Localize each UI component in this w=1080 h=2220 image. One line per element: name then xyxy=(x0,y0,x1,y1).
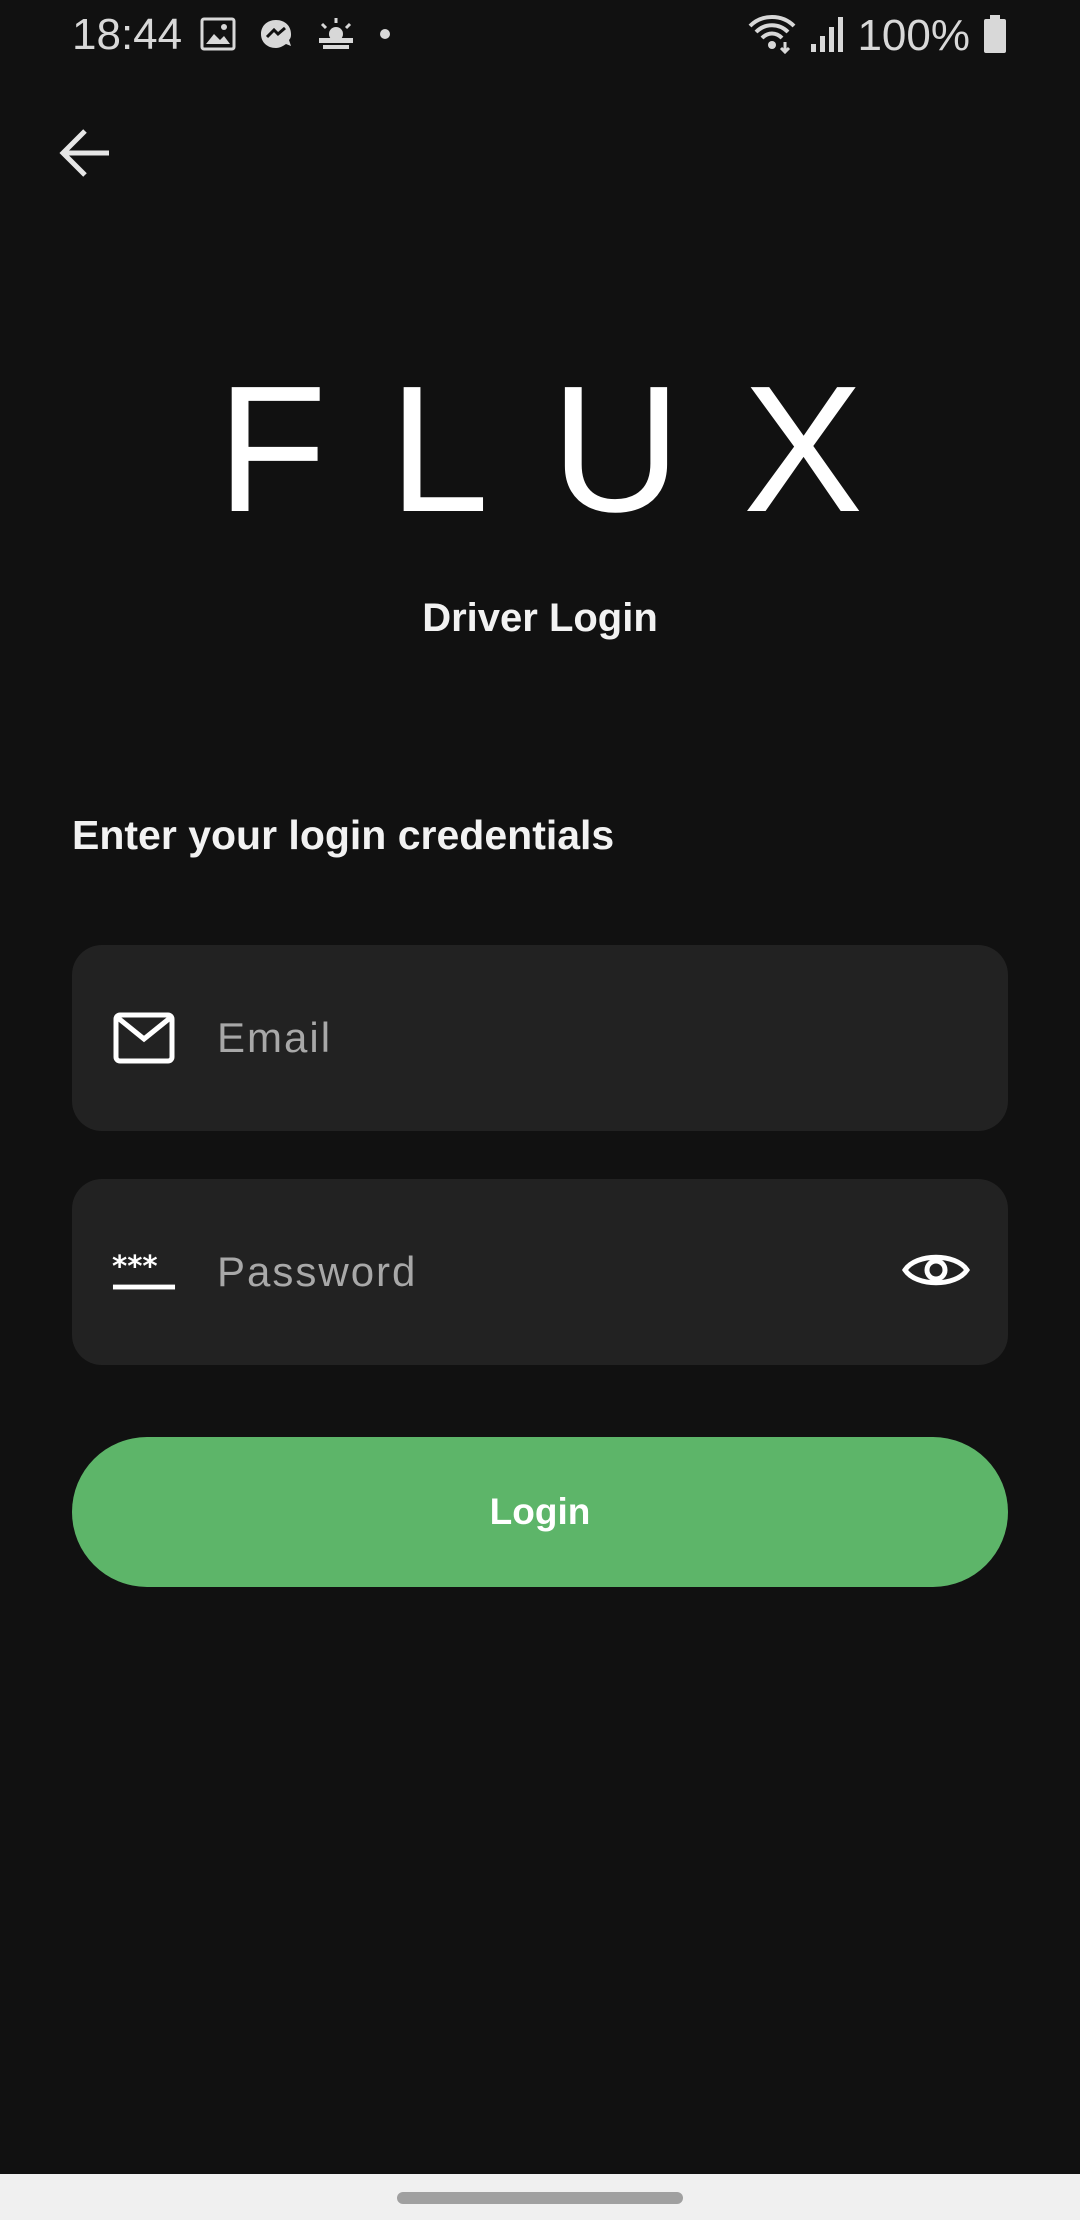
system-nav-bar xyxy=(0,2174,1080,2220)
signal-icon xyxy=(809,14,845,59)
wifi-icon xyxy=(747,14,797,59)
arrow-left-icon xyxy=(57,125,113,186)
mail-icon xyxy=(112,1010,176,1066)
brand-logo: FLUX xyxy=(216,349,926,550)
status-notification-icons xyxy=(200,16,392,56)
show-password-toggle[interactable] xyxy=(900,1236,972,1308)
dot-icon xyxy=(378,16,392,57)
password-input[interactable] xyxy=(217,1179,917,1365)
password-field-container[interactable]: *** xyxy=(72,1179,1008,1365)
battery-percentage: 100% xyxy=(857,11,970,60)
battery-icon xyxy=(982,14,1008,59)
status-system-icons: 100% xyxy=(747,10,1008,62)
eye-icon xyxy=(902,1247,970,1298)
image-icon xyxy=(200,16,236,57)
password-icon: *** xyxy=(112,1244,176,1300)
email-field-container[interactable] xyxy=(72,945,1008,1131)
back-button[interactable] xyxy=(50,120,120,190)
form-heading: Enter your login credentials xyxy=(72,812,615,858)
svg-text:***: *** xyxy=(112,1252,158,1283)
page-subtitle: Driver Login xyxy=(422,596,658,640)
email-input[interactable] xyxy=(217,945,917,1131)
messenger-icon xyxy=(258,16,294,57)
status-bar: 18:44 100% xyxy=(0,0,1080,72)
login-button[interactable]: Login xyxy=(72,1437,1008,1587)
weather-icon xyxy=(316,16,356,57)
login-screen: 18:44 100% FLUX Driver Login Enter your … xyxy=(0,0,1080,2220)
status-time: 18:44 xyxy=(72,10,183,59)
home-indicator[interactable] xyxy=(397,2192,683,2204)
